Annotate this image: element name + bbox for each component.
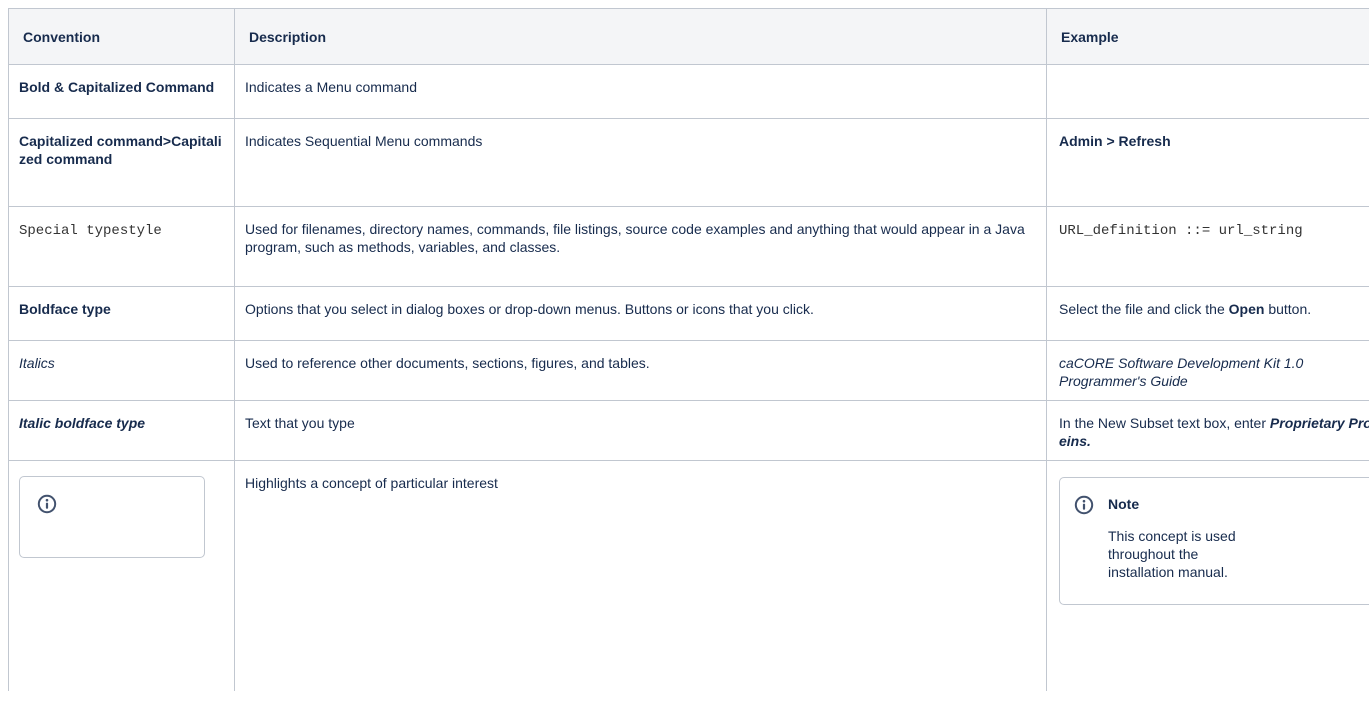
convention-text: Special typestyle: [19, 223, 162, 239]
info-icon: [37, 494, 57, 514]
example-cell: caCORE Software Development Kit 1.0 Prog…: [1046, 340, 1369, 401]
example-code: URL_definition ::= url_string: [1059, 223, 1303, 239]
example-cell: [1046, 64, 1369, 119]
example-text-bold: Open: [1228, 301, 1265, 317]
table-row: Italic boldface type Text that you type …: [8, 400, 1369, 461]
example-cell: Note This concept is used throughout the…: [1046, 460, 1369, 691]
example-text-start: In the New Subset text box, enter: [1059, 415, 1270, 431]
example-cell: Admin > Refresh: [1046, 118, 1369, 207]
note-macro: Note This concept is used throughout the…: [1059, 477, 1369, 605]
note-title: Note: [1108, 496, 1140, 512]
description-cell: Indicates Sequential Menu commands: [234, 118, 1047, 207]
info-macro-empty: [19, 476, 205, 558]
example-text-start: Select the file and click the: [1059, 301, 1229, 317]
convention-cell: [8, 460, 235, 691]
example-cell: In the New Subset text box, enter Propri…: [1046, 400, 1369, 461]
example-cell: URL_definition ::= url_string: [1046, 206, 1369, 287]
description-cell: Used for filenames, directory names, com…: [234, 206, 1047, 287]
table-row: Highlights a concept of particular inter…: [8, 460, 1369, 691]
description-cell: Indicates a Menu command: [234, 64, 1047, 119]
convention-text: Capitalized command>Capitalized command: [19, 133, 222, 167]
note-body: This concept is used throughout the inst…: [1108, 528, 1236, 580]
description-cell: Highlights a concept of particular inter…: [234, 460, 1047, 691]
table-row: Italics Used to reference other document…: [8, 340, 1369, 401]
convention-cell: Italics: [8, 340, 235, 401]
table-row: Special typestyle Used for filenames, di…: [8, 206, 1369, 287]
example-cell: Select the file and click the Open butto…: [1046, 286, 1369, 341]
convention-cell: Boldface type: [8, 286, 235, 341]
convention-cell: Bold & Capitalized Command: [8, 64, 235, 119]
conventions-table: Convention Description Example Bold & Ca…: [8, 8, 1369, 691]
column-header-convention: Convention: [8, 8, 235, 65]
page: Convention Description Example Bold & Ca…: [0, 0, 1369, 718]
example-text-end: button.: [1264, 301, 1312, 317]
table-row: Boldface type Options that you select in…: [8, 286, 1369, 341]
description-cell: Options that you select in dialog boxes …: [234, 286, 1047, 341]
description-cell: Used to reference other documents, secti…: [234, 340, 1047, 401]
column-header-description: Description: [234, 8, 1047, 65]
convention-cell: Capitalized command>Capitalized command: [8, 118, 235, 207]
table-row: Bold & Capitalized Command Indicates a M…: [8, 64, 1369, 119]
info-icon: [1074, 495, 1094, 515]
description-cell: Text that you type: [234, 400, 1047, 461]
table-header-row: Convention Description Example: [8, 8, 1369, 65]
table-row: Capitalized command>Capitalized command …: [8, 118, 1369, 207]
convention-cell: Special typestyle: [8, 206, 235, 287]
column-header-example: Example: [1046, 8, 1369, 65]
convention-cell: Italic boldface type: [8, 400, 235, 461]
